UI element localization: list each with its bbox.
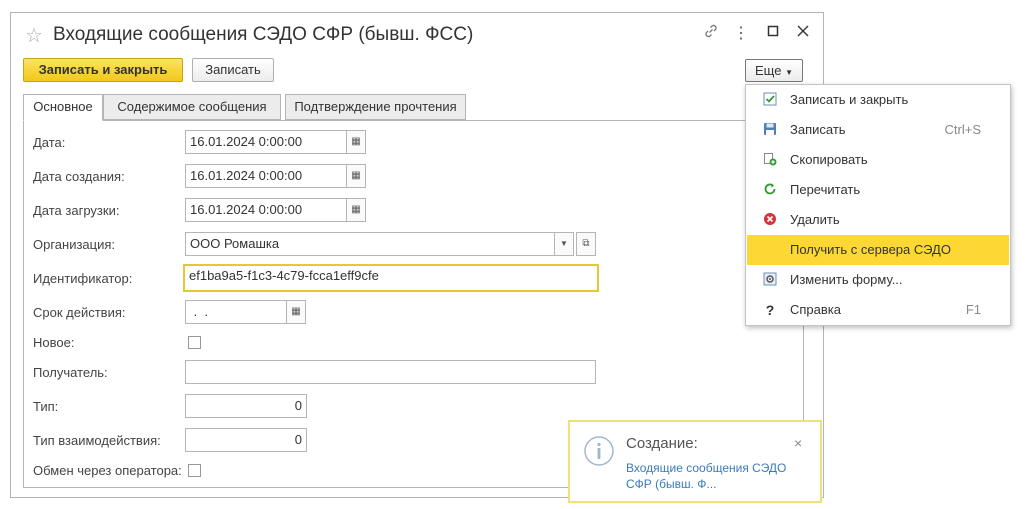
more-button-label: Еще (755, 63, 782, 78)
via-operator-checkbox[interactable] (188, 464, 201, 477)
created-date-field[interactable]: 16.01.2024 0:00:00 (185, 164, 347, 188)
loaded-date-field[interactable]: 16.01.2024 0:00:00 (185, 198, 347, 222)
organization-field[interactable]: ООО Ромашка (185, 232, 555, 256)
date-label: Дата: (33, 135, 66, 150)
floppy-icon (762, 122, 778, 138)
refresh-icon (762, 182, 778, 198)
menu-item-label: Получить с сервера СЭДО (790, 242, 951, 257)
star-icon[interactable]: ☆ (25, 23, 43, 48)
interaction-type-field[interactable]: 0 (185, 428, 307, 452)
toast-link[interactable]: Входящие сообщения СЭДО СФР (бывш. Ф... (626, 460, 796, 492)
validity-field[interactable]: . . (185, 300, 287, 324)
link-icon[interactable] (701, 23, 721, 44)
save-button[interactable]: Записать (192, 58, 274, 82)
validity-label: Срок действия: (33, 305, 126, 320)
menu-item-shortcut: F1 (965, 302, 981, 317)
new-checkbox[interactable] (188, 336, 201, 349)
open-form-icon[interactable]: ⧉ (576, 232, 596, 256)
identifier-label: Идентификатор: (33, 271, 133, 286)
save-and-close-button[interactable]: Записать и закрыть (23, 58, 183, 82)
menu-item-label: Скопировать (790, 152, 868, 167)
menu-item-get-from-server[interactable]: Получить с сервера СЭДО (747, 235, 1009, 265)
menu-item-label: Перечитать (790, 182, 861, 197)
interaction-type-label: Тип взаимодействия: (33, 433, 161, 448)
menu-item-change-form[interactable]: Изменить форму... (747, 265, 1009, 295)
type-field[interactable]: 0 (185, 394, 307, 418)
menu-item-label: Изменить форму... (790, 272, 903, 287)
calendar-icon[interactable]: ▦ (346, 130, 366, 154)
via-operator-label: Обмен через оператора: (33, 463, 182, 478)
menu-item-shortcut: Ctrl+S (944, 122, 981, 137)
tab-read-confirmation[interactable]: Подтверждение прочтения (285, 94, 466, 120)
save-close-icon (762, 92, 778, 108)
menu-item-label: Удалить (790, 212, 840, 227)
created-date-label: Дата создания: (33, 169, 125, 184)
info-icon (583, 435, 615, 470)
more-menu: Записать и закрыть Записать Ctrl+S Скопи… (745, 84, 1011, 326)
date-field[interactable]: 16.01.2024 0:00:00 (185, 130, 347, 154)
chevron-down-icon: ▼ (785, 68, 793, 77)
menu-item-copy[interactable]: Скопировать (747, 145, 1009, 175)
help-icon: ? (765, 302, 775, 318)
tab-main[interactable]: Основное (23, 94, 103, 121)
dropdown-arrow-icon[interactable]: ▼ (554, 232, 574, 256)
menu-item-reread[interactable]: Перечитать (747, 175, 1009, 205)
window-title: Входящие сообщения СЭДО СФР (бывш. ФСС) (53, 24, 474, 45)
recipient-field[interactable] (185, 360, 596, 384)
tab-message-content[interactable]: Содержимое сообщения (103, 94, 281, 120)
menu-item-label: Записать и закрыть (790, 92, 909, 107)
menu-item-help[interactable]: ? Справка F1 (747, 295, 1009, 325)
more-button[interactable]: Еще ▼ (745, 59, 803, 82)
more-vertical-icon[interactable]: ⋮ (731, 23, 751, 43)
menu-item-save-close[interactable]: Записать и закрыть (747, 85, 1009, 115)
menu-item-label: Справка (790, 302, 841, 317)
menu-item-save[interactable]: Записать Ctrl+S (747, 115, 1009, 145)
maximize-icon[interactable] (763, 24, 783, 42)
toast-title: Создание: (626, 435, 698, 452)
notification-toast: Создание: × Входящие сообщения СЭДО СФР … (568, 420, 822, 503)
copy-icon (762, 152, 778, 168)
menu-item-label: Записать (790, 122, 846, 137)
close-icon[interactable]: × (794, 435, 802, 451)
recipient-label: Получатель: (33, 365, 108, 380)
close-icon[interactable] (793, 24, 813, 42)
type-label: Тип: (33, 399, 59, 414)
calendar-icon[interactable]: ▦ (346, 198, 366, 222)
organization-label: Организация: (33, 237, 116, 252)
delete-icon (762, 212, 778, 228)
identifier-field[interactable]: ef1ba9a5-f1c3-4c79-fcca1eff9cfe (183, 264, 599, 292)
loaded-date-label: Дата загрузки: (33, 203, 120, 218)
menu-item-delete[interactable]: Удалить (747, 205, 1009, 235)
form-settings-icon (762, 272, 778, 288)
calendar-icon[interactable]: ▦ (346, 164, 366, 188)
calendar-icon[interactable]: ▦ (286, 300, 306, 324)
new-label: Новое: (33, 335, 75, 350)
